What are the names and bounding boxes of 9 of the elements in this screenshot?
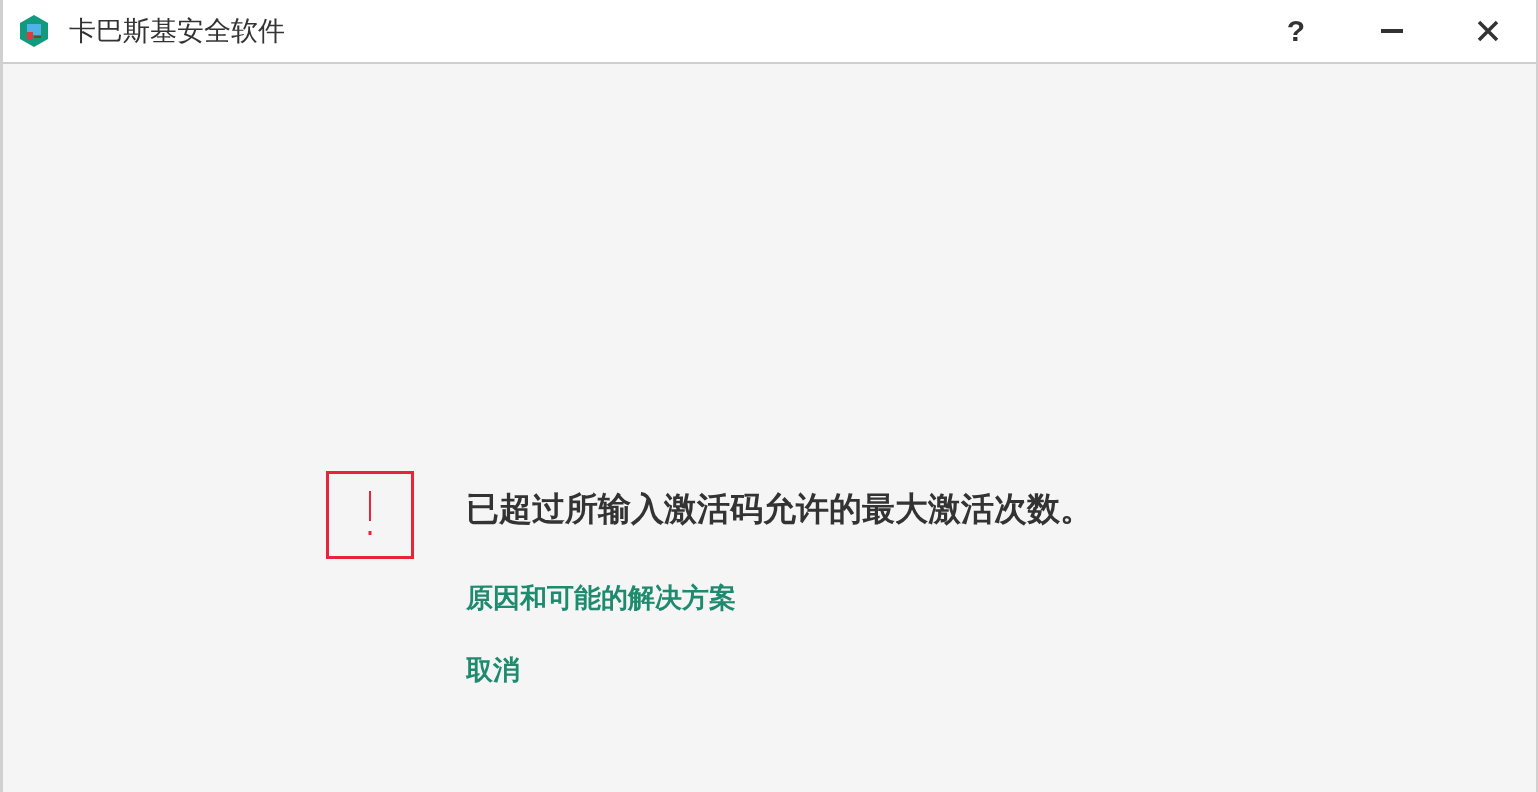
- error-message: 已超过所输入激活码允许的最大激活次数。: [466, 488, 1093, 530]
- help-button[interactable]: ?: [1248, 1, 1344, 61]
- warning-icon: [326, 471, 414, 559]
- cancel-link[interactable]: 取消: [466, 652, 520, 688]
- close-icon: [1477, 20, 1499, 42]
- app-logo-icon: [19, 15, 49, 47]
- solutions-link[interactable]: 原因和可能的解决方案: [466, 580, 736, 616]
- window-title: 卡巴斯基安全软件: [69, 14, 285, 48]
- minimize-icon: [1381, 28, 1403, 34]
